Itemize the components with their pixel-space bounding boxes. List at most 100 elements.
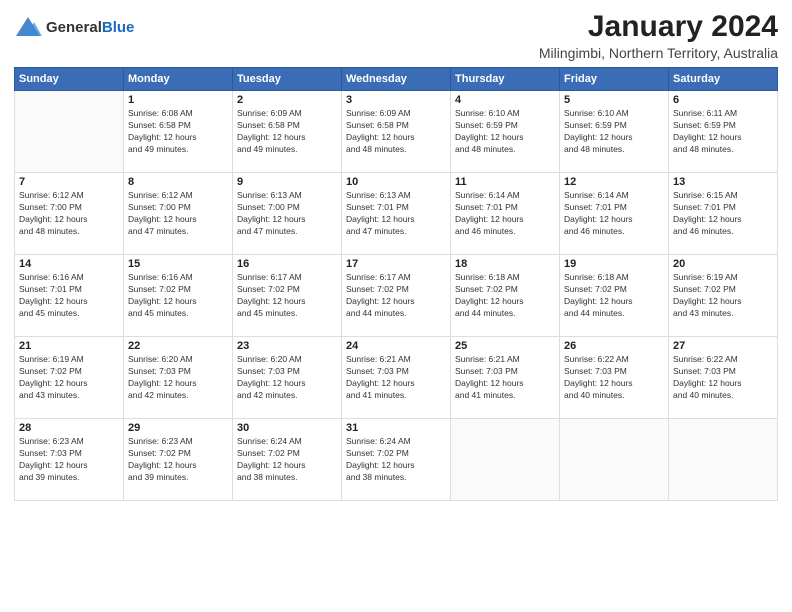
calendar-cell: 22 Sunrise: 6:20 AMSunset: 7:03 PMDayligh… bbox=[124, 337, 233, 419]
day-info: Sunrise: 6:12 AMSunset: 7:00 PMDaylight:… bbox=[19, 190, 119, 238]
day-info: Sunrise: 6:14 AMSunset: 7:01 PMDaylight:… bbox=[564, 190, 664, 238]
day-number: 27 bbox=[673, 340, 773, 352]
calendar-cell: 6 Sunrise: 6:11 AMSunset: 6:59 PMDaylight… bbox=[669, 91, 778, 173]
day-number: 14 bbox=[19, 258, 119, 270]
calendar-week-row: 28 Sunrise: 6:23 AMSunset: 7:03 PMDayligh… bbox=[15, 419, 778, 501]
calendar-cell: 26 Sunrise: 6:22 AMSunset: 7:03 PMDayligh… bbox=[560, 337, 669, 419]
day-number: 4 bbox=[455, 94, 555, 106]
day-number: 5 bbox=[564, 94, 664, 106]
day-number: 18 bbox=[455, 258, 555, 270]
day-number: 28 bbox=[19, 422, 119, 434]
day-number: 22 bbox=[128, 340, 228, 352]
day-number: 25 bbox=[455, 340, 555, 352]
day-number: 3 bbox=[346, 94, 446, 106]
day-number: 1 bbox=[128, 94, 228, 106]
day-info: Sunrise: 6:22 AMSunset: 7:03 PMDaylight:… bbox=[564, 354, 664, 402]
header-cell-monday: Monday bbox=[124, 68, 233, 91]
calendar-cell: 20 Sunrise: 6:19 AMSunset: 7:02 PMDayligh… bbox=[669, 255, 778, 337]
page: GeneralBlue January 2024 Milingimbi, Nor… bbox=[0, 0, 792, 612]
calendar-cell: 30 Sunrise: 6:24 AMSunset: 7:02 PMDayligh… bbox=[233, 419, 342, 501]
day-number: 29 bbox=[128, 422, 228, 434]
calendar-cell: 19 Sunrise: 6:18 AMSunset: 7:02 PMDayligh… bbox=[560, 255, 669, 337]
day-number: 11 bbox=[455, 176, 555, 188]
day-number: 17 bbox=[346, 258, 446, 270]
day-info: Sunrise: 6:12 AMSunset: 7:00 PMDaylight:… bbox=[128, 190, 228, 238]
calendar-cell: 14 Sunrise: 6:16 AMSunset: 7:01 PMDayligh… bbox=[15, 255, 124, 337]
calendar-cell: 18 Sunrise: 6:18 AMSunset: 7:02 PMDayligh… bbox=[451, 255, 560, 337]
header-cell-sunday: Sunday bbox=[15, 68, 124, 91]
calendar-cell: 1 Sunrise: 6:08 AMSunset: 6:58 PMDaylight… bbox=[124, 91, 233, 173]
day-number: 16 bbox=[237, 258, 337, 270]
day-info: Sunrise: 6:21 AMSunset: 7:03 PMDaylight:… bbox=[455, 354, 555, 402]
day-info: Sunrise: 6:24 AMSunset: 7:02 PMDaylight:… bbox=[237, 436, 337, 484]
day-info: Sunrise: 6:18 AMSunset: 7:02 PMDaylight:… bbox=[564, 272, 664, 320]
calendar-cell bbox=[560, 419, 669, 501]
calendar-cell: 2Sunrise: 6:09 AMSunset: 6:58 PMDaylight… bbox=[233, 91, 342, 173]
day-number: 23 bbox=[237, 340, 337, 352]
calendar-cell bbox=[669, 419, 778, 501]
month-title: January 2024 bbox=[539, 10, 778, 43]
day-info: Sunrise: 6:10 AMSunset: 6:59 PMDaylight:… bbox=[455, 108, 555, 156]
calendar-cell: 9Sunrise: 6:13 AMSunset: 7:00 PMDaylight… bbox=[233, 173, 342, 255]
calendar-cell: 29 Sunrise: 6:23 AMSunset: 7:02 PMDayligh… bbox=[124, 419, 233, 501]
day-number: 8 bbox=[128, 176, 228, 188]
day-number: 9 bbox=[237, 176, 337, 188]
day-info: Sunrise: 6:10 AMSunset: 6:59 PMDaylight:… bbox=[564, 108, 664, 156]
day-number: 13 bbox=[673, 176, 773, 188]
day-info: Sunrise: 6:22 AMSunset: 7:03 PMDaylight:… bbox=[673, 354, 773, 402]
day-number: 30 bbox=[237, 422, 337, 434]
day-info: Sunrise: 6:24 AMSunset: 7:02 PMDaylight:… bbox=[346, 436, 446, 484]
day-number: 12 bbox=[564, 176, 664, 188]
day-number: 26 bbox=[564, 340, 664, 352]
calendar-cell: 12 Sunrise: 6:14 AMSunset: 7:01 PMDayligh… bbox=[560, 173, 669, 255]
day-info: Sunrise: 6:23 AMSunset: 7:02 PMDaylight:… bbox=[128, 436, 228, 484]
day-info: Sunrise: 6:14 AMSunset: 7:01 PMDaylight:… bbox=[455, 190, 555, 238]
header-cell-friday: Friday bbox=[560, 68, 669, 91]
calendar-cell: 10 Sunrise: 6:13 AMSunset: 7:01 PMDayligh… bbox=[342, 173, 451, 255]
day-info: Sunrise: 6:21 AMSunset: 7:03 PMDaylight:… bbox=[346, 354, 446, 402]
calendar-cell: 21 Sunrise: 6:19 AMSunset: 7:02 PMDayligh… bbox=[15, 337, 124, 419]
calendar-week-row: 7 Sunrise: 6:12 AMSunset: 7:00 PMDaylight… bbox=[15, 173, 778, 255]
calendar-cell: 7 Sunrise: 6:12 AMSunset: 7:00 PMDaylight… bbox=[15, 173, 124, 255]
day-info: Sunrise: 6:08 AMSunset: 6:58 PMDaylight:… bbox=[128, 108, 228, 156]
day-number: 6 bbox=[673, 94, 773, 106]
day-info: Sunrise: 6:20 AMSunset: 7:03 PMDaylight:… bbox=[128, 354, 228, 402]
header: GeneralBlue January 2024 Milingimbi, Nor… bbox=[14, 10, 778, 61]
day-info: Sunrise: 6:16 AMSunset: 7:01 PMDaylight:… bbox=[19, 272, 119, 320]
calendar-cell: 16Sunrise: 6:17 AMSunset: 7:02 PMDayligh… bbox=[233, 255, 342, 337]
day-info: Sunrise: 6:19 AMSunset: 7:02 PMDaylight:… bbox=[19, 354, 119, 402]
title-block: January 2024 Milingimbi, Northern Territ… bbox=[539, 10, 778, 61]
calendar-week-row: 1 Sunrise: 6:08 AMSunset: 6:58 PMDaylight… bbox=[15, 91, 778, 173]
day-number: 19 bbox=[564, 258, 664, 270]
header-cell-tuesday: Tuesday bbox=[233, 68, 342, 91]
day-info: Sunrise: 6:13 AMSunset: 7:01 PMDaylight:… bbox=[346, 190, 446, 238]
calendar-cell: 28 Sunrise: 6:23 AMSunset: 7:03 PMDayligh… bbox=[15, 419, 124, 501]
logo: GeneralBlue bbox=[14, 14, 134, 42]
calendar-cell: 31Sunrise: 6:24 AMSunset: 7:02 PMDayligh… bbox=[342, 419, 451, 501]
day-info: Sunrise: 6:18 AMSunset: 7:02 PMDaylight:… bbox=[455, 272, 555, 320]
day-info: Sunrise: 6:17 AMSunset: 7:02 PMDaylight:… bbox=[346, 272, 446, 320]
day-number: 7 bbox=[19, 176, 119, 188]
day-number: 20 bbox=[673, 258, 773, 270]
calendar-cell: 13Sunrise: 6:15 AMSunset: 7:01 PMDayligh… bbox=[669, 173, 778, 255]
day-number: 21 bbox=[19, 340, 119, 352]
day-number: 10 bbox=[346, 176, 446, 188]
location-title: Milingimbi, Northern Territory, Australi… bbox=[539, 45, 778, 61]
calendar-cell: 5 Sunrise: 6:10 AMSunset: 6:59 PMDaylight… bbox=[560, 91, 669, 173]
day-number: 24 bbox=[346, 340, 446, 352]
calendar-cell: 8 Sunrise: 6:12 AMSunset: 7:00 PMDaylight… bbox=[124, 173, 233, 255]
calendar-cell: 11 Sunrise: 6:14 AMSunset: 7:01 PMDayligh… bbox=[451, 173, 560, 255]
calendar-cell: 24 Sunrise: 6:21 AMSunset: 7:03 PMDayligh… bbox=[342, 337, 451, 419]
calendar-week-row: 14 Sunrise: 6:16 AMSunset: 7:01 PMDayligh… bbox=[15, 255, 778, 337]
logo-text: GeneralBlue bbox=[46, 19, 134, 37]
day-info: Sunrise: 6:11 AMSunset: 6:59 PMDaylight:… bbox=[673, 108, 773, 156]
calendar-table: SundayMondayTuesdayWednesdayThursdayFrid… bbox=[14, 67, 778, 501]
day-info: Sunrise: 6:20 AMSunset: 7:03 PMDaylight:… bbox=[237, 354, 337, 402]
day-info: Sunrise: 6:19 AMSunset: 7:02 PMDaylight:… bbox=[673, 272, 773, 320]
day-info: Sunrise: 6:23 AMSunset: 7:03 PMDaylight:… bbox=[19, 436, 119, 484]
calendar-cell: 4 Sunrise: 6:10 AMSunset: 6:59 PMDaylight… bbox=[451, 91, 560, 173]
calendar-cell bbox=[451, 419, 560, 501]
day-info: Sunrise: 6:09 AMSunset: 6:58 PMDaylight:… bbox=[237, 108, 337, 156]
calendar-week-row: 21 Sunrise: 6:19 AMSunset: 7:02 PMDayligh… bbox=[15, 337, 778, 419]
header-cell-saturday: Saturday bbox=[669, 68, 778, 91]
